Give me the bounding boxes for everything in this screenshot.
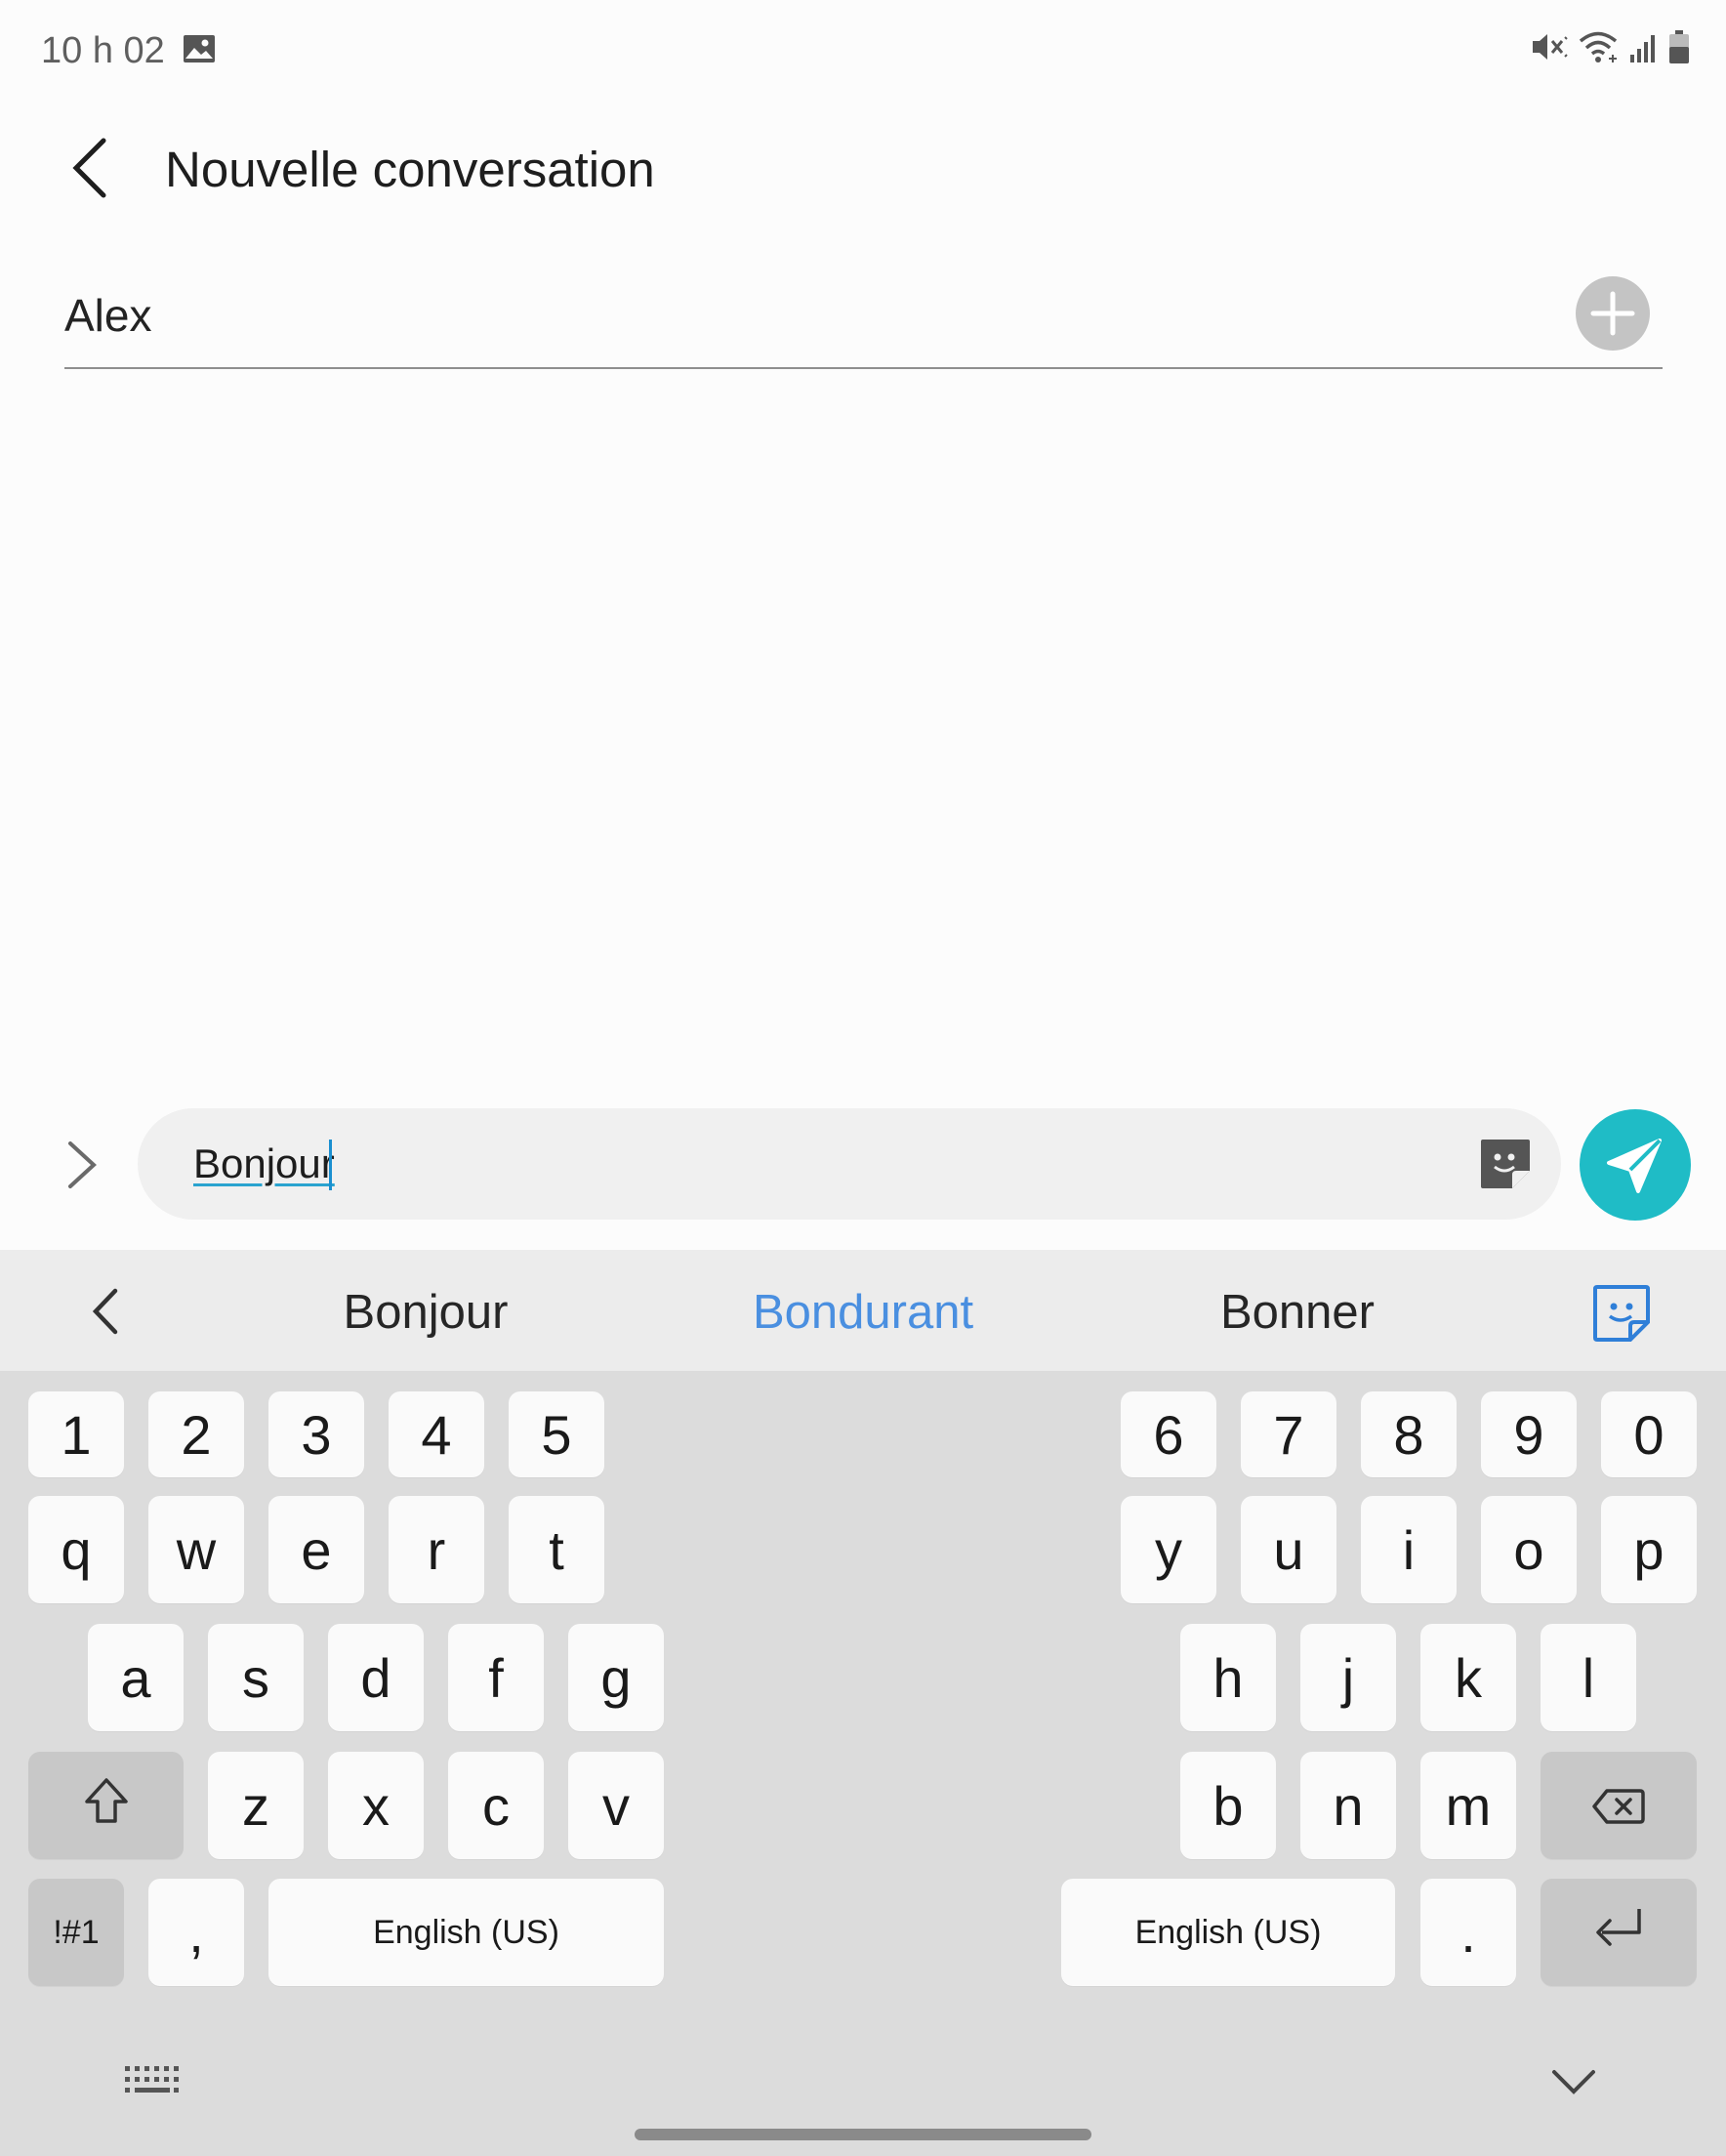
key-b[interactable]: b (1180, 1752, 1276, 1859)
key-s[interactable]: s (208, 1624, 304, 1731)
key-h[interactable]: h (1180, 1624, 1276, 1731)
key-g[interactable]: g (568, 1624, 664, 1731)
home-indicator[interactable] (635, 2129, 1091, 2140)
suggestion-1[interactable]: Bonjour (230, 1283, 621, 1342)
key-4[interactable]: 4 (389, 1391, 484, 1477)
key-0[interactable]: 0 (1601, 1391, 1697, 1477)
suggestion-2[interactable]: Bondurant (668, 1283, 1058, 1342)
shift-icon (83, 1774, 130, 1838)
backspace-icon (1591, 1774, 1646, 1838)
sticker-button[interactable] (1477, 1136, 1534, 1192)
key-u[interactable]: u (1241, 1496, 1336, 1603)
shift-key[interactable] (28, 1752, 184, 1859)
key-o[interactable]: o (1481, 1496, 1577, 1603)
enter-icon (1588, 1901, 1649, 1965)
send-icon (1580, 1139, 1691, 1224)
key-x[interactable]: x (328, 1752, 424, 1859)
sticker-icon (1589, 1285, 1654, 1349)
chevron-down-icon (1548, 2070, 1599, 2105)
sticker-icon (1477, 1140, 1534, 1196)
key-8[interactable]: 8 (1361, 1391, 1457, 1477)
send-button[interactable] (1580, 1109, 1691, 1221)
key-r[interactable]: r (389, 1496, 484, 1603)
key-p[interactable]: p (1601, 1496, 1697, 1603)
key-9[interactable]: 9 (1481, 1391, 1577, 1477)
key-v[interactable]: v (568, 1752, 664, 1859)
chevron-left-icon (61, 138, 123, 211)
key-e[interactable]: e (268, 1496, 364, 1603)
key-a[interactable]: a (88, 1624, 184, 1731)
keyboard-switch-button[interactable] (123, 2062, 182, 2101)
wifi-icon (1578, 29, 1621, 69)
key-6[interactable]: 6 (1121, 1391, 1216, 1477)
key-d[interactable]: d (328, 1624, 424, 1731)
key-w[interactable]: w (148, 1496, 244, 1603)
key-m[interactable]: m (1420, 1752, 1516, 1859)
suggestion-back-button[interactable] (84, 1279, 127, 1344)
key-q[interactable]: q (28, 1496, 124, 1603)
key-k[interactable]: k (1420, 1624, 1516, 1731)
space-key-left[interactable]: English (US) (268, 1879, 664, 1986)
recipient-field[interactable]: Alex (64, 288, 151, 343)
key-j[interactable]: j (1300, 1624, 1396, 1731)
key-7[interactable]: 7 (1241, 1391, 1336, 1477)
period-key[interactable]: . (1420, 1879, 1516, 1986)
text-cursor (329, 1140, 332, 1190)
plus-icon (1576, 291, 1650, 354)
recipient-underline (64, 367, 1663, 369)
chevron-left-icon (84, 1288, 127, 1348)
mute-icon (1531, 29, 1570, 69)
message-text[interactable]: Bonjour (193, 1139, 335, 1189)
key-z[interactable]: z (208, 1752, 304, 1859)
key-2[interactable]: 2 (148, 1391, 244, 1477)
backspace-key[interactable] (1541, 1752, 1697, 1859)
key-l[interactable]: l (1541, 1624, 1636, 1731)
key-y[interactable]: y (1121, 1496, 1216, 1603)
key-n[interactable]: n (1300, 1752, 1396, 1859)
comma-key[interactable]: , (148, 1879, 244, 1986)
key-3[interactable]: 3 (268, 1391, 364, 1477)
key-t[interactable]: t (509, 1496, 604, 1603)
message-input[interactable] (138, 1108, 1561, 1220)
hide-keyboard-button[interactable] (1548, 2062, 1599, 2101)
key-f[interactable]: f (448, 1624, 544, 1731)
space-key-right[interactable]: English (US) (1061, 1879, 1395, 1986)
key-5[interactable]: 5 (509, 1391, 604, 1477)
status-time: 10 h 02 (41, 30, 165, 71)
expand-attachments-button[interactable] (61, 1136, 103, 1194)
page-title: Nouvelle conversation (165, 142, 655, 197)
chevron-right-icon (61, 1141, 103, 1198)
back-button[interactable] (61, 129, 123, 207)
status-icons (1531, 29, 1691, 68)
signal-icon (1628, 29, 1660, 69)
add-recipient-button[interactable] (1576, 276, 1650, 351)
keyboard-icon (123, 2066, 182, 2105)
suggestion-3[interactable]: Bonner (1102, 1283, 1493, 1342)
keyboard-sticker-button[interactable] (1589, 1281, 1654, 1346)
gallery-icon (183, 34, 216, 63)
battery-icon (1667, 29, 1691, 69)
enter-key[interactable] (1541, 1879, 1697, 1986)
key-c[interactable]: c (448, 1752, 544, 1859)
key-1[interactable]: 1 (28, 1391, 124, 1477)
key-i[interactable]: i (1361, 1496, 1457, 1603)
symbols-key[interactable]: !#1 (28, 1879, 124, 1986)
